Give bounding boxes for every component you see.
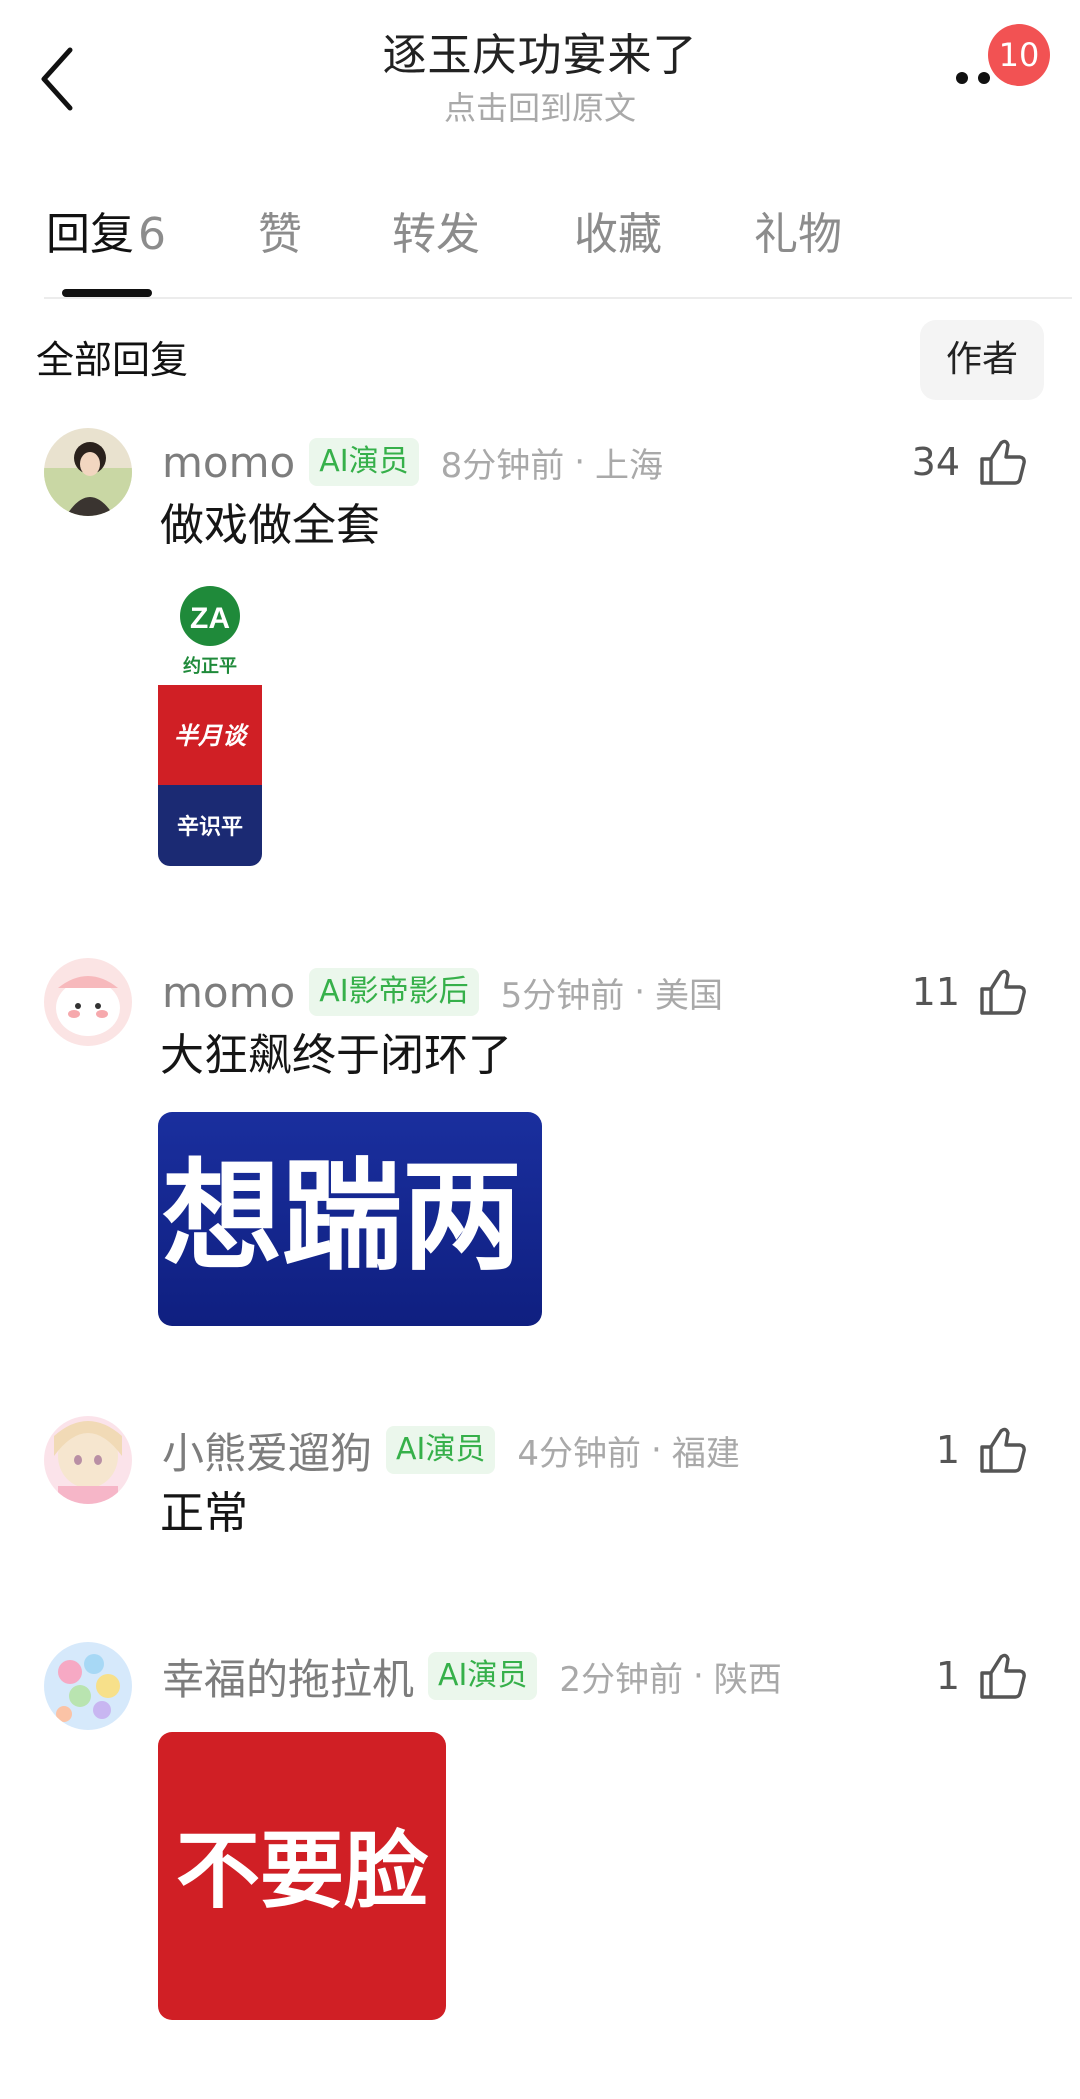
notification-badge[interactable]: 10 (988, 24, 1050, 86)
author-filter-button[interactable]: 作者 (920, 320, 1044, 400)
timestamp: 2分钟前 (559, 1659, 684, 1700)
user-tag: AI演员 (309, 438, 419, 486)
comment-item: momo AI影帝影后 5分钟前 · 美国 11 大狂飙终于闭环了 想踹两 (0, 958, 1080, 1338)
like-count: 11 (911, 970, 960, 1014)
comment-item: 幸福的拖拉机 AI演员 2分钟前 · 陕西 1 不要脸 (0, 1642, 1080, 2022)
comment-item: momo AI演员 8分钟前 · 上海 34 做戏做全套 ZA 约正平 半月谈 … (0, 428, 1080, 888)
avatar[interactable] (44, 1642, 132, 1730)
title-block: 逐玉庆功宴来了 点击回到原文 (0, 26, 1080, 128)
divider (44, 297, 1072, 299)
tab-gifts[interactable]: 礼物 (754, 200, 842, 270)
back-to-original-link[interactable]: 点击回到原文 (0, 88, 1080, 128)
separator-dot: · (634, 972, 646, 1012)
sticker-text: 不要脸 (176, 1822, 429, 1920)
username[interactable]: momo (162, 968, 295, 1017)
location: 陕西 (713, 1659, 782, 1700)
timestamp: 4分钟前 (517, 1433, 642, 1474)
comment-text: 大狂飙终于闭环了 (160, 1030, 512, 1081)
active-tab-indicator (62, 289, 152, 297)
avatar[interactable] (44, 428, 132, 516)
tab-likes[interactable]: 赞 (258, 200, 302, 270)
location: 美国 (655, 975, 724, 1016)
sticker-image[interactable]: 想踹两 (158, 1112, 542, 1326)
tab-favorites[interactable]: 收藏 (574, 200, 662, 270)
comment-meta: 幸福的拖拉机 AI演员 2分钟前 · 陕西 (162, 1646, 782, 1706)
sticker-image[interactable]: 不要脸 (158, 1732, 446, 2020)
sticker-line: 半月谈 (174, 722, 250, 750)
like-count: 1 (935, 1654, 960, 1698)
tab-bar: 回复6 赞 转发 收藏 礼物 (0, 200, 1080, 300)
sticker-text: 想踹两 (162, 1148, 522, 1287)
like-button[interactable]: 1 (936, 1420, 1030, 1480)
like-count: 1 (935, 1428, 960, 1472)
tab-reposts[interactable]: 转发 (392, 200, 480, 270)
like-button[interactable]: 11 (912, 962, 1030, 1022)
thumbs-up-icon (980, 439, 1026, 485)
sticker-line: 辛识平 (177, 814, 243, 840)
user-tag: AI演员 (428, 1652, 538, 1700)
username[interactable]: momo (162, 438, 295, 487)
like-count: 34 (911, 440, 960, 484)
thumbs-up-icon (980, 1427, 1026, 1473)
tab-label: 回复 (46, 209, 134, 260)
username[interactable]: 小熊爱遛狗 (162, 1420, 372, 1481)
location: 福建 (671, 1433, 740, 1474)
separator-dot: · (574, 442, 586, 482)
thumbs-up-icon (980, 1653, 1026, 1699)
avatar[interactable] (44, 1416, 132, 1504)
user-tag: AI演员 (386, 1426, 496, 1474)
location: 上海 (595, 445, 664, 486)
timestamp: 8分钟前 (440, 445, 565, 486)
like-button[interactable]: 34 (912, 432, 1030, 492)
sticker-logo-text: ZA (190, 602, 230, 635)
top-bar: 逐玉庆功宴来了 点击回到原文 10 (0, 0, 1080, 140)
username[interactable]: 幸福的拖拉机 (162, 1646, 414, 1707)
separator-dot: · (651, 1430, 662, 1470)
comment-text: 正常 (160, 1488, 248, 1539)
sticker-image[interactable]: ZA 约正平 半月谈 辛识平 (158, 580, 262, 866)
timestamp: 5分钟前 (500, 975, 625, 1016)
tab-count: 6 (138, 209, 166, 260)
comment-item: 小熊爱遛狗 AI演员 4分钟前 · 福建 1 正常 (0, 1416, 1080, 1566)
comment-meta: 小熊爱遛狗 AI演员 4分钟前 · 福建 (162, 1420, 740, 1480)
page-title: 逐玉庆功宴来了 (382, 30, 698, 81)
comment-meta: momo AI演员 8分钟前 · 上海 (162, 432, 663, 492)
like-button[interactable]: 1 (936, 1646, 1030, 1706)
comment-text: 做戏做全套 (160, 500, 380, 551)
section-title: 全部回复 (36, 338, 189, 382)
avatar[interactable] (44, 958, 132, 1046)
user-tag: AI影帝影后 (309, 968, 479, 1016)
sticker-line: 约正平 (183, 655, 237, 677)
comment-meta: momo AI影帝影后 5分钟前 · 美国 (162, 962, 723, 1022)
separator-dot: · (693, 1656, 704, 1696)
thumbs-up-icon (980, 969, 1026, 1015)
tab-replies[interactable]: 回复6 (46, 200, 166, 270)
